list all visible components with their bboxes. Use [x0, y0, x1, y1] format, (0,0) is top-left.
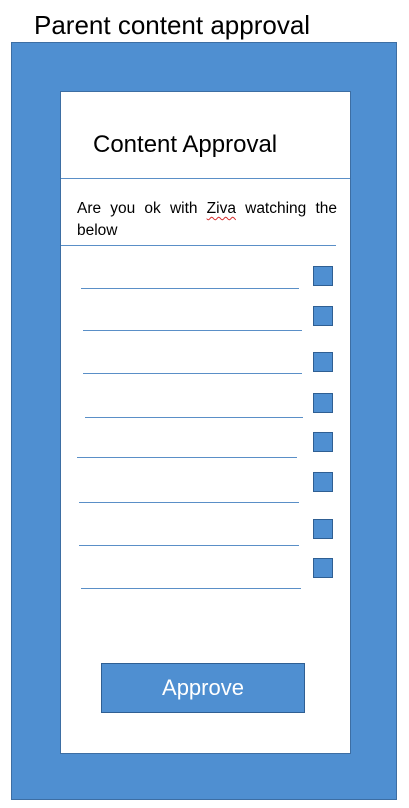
child-name: Ziva: [206, 200, 236, 217]
question-prefix: Are you ok with: [77, 200, 207, 217]
content-item: [61, 393, 350, 423]
title-divider: [61, 178, 350, 179]
content-item: [61, 519, 350, 549]
content-item-checkbox[interactable]: [313, 266, 333, 286]
content-item-line: [79, 545, 299, 546]
content-item-checkbox[interactable]: [313, 472, 333, 492]
content-item-line: [81, 288, 299, 289]
content-item-checkbox[interactable]: [313, 432, 333, 452]
content-item-line: [81, 588, 301, 589]
question-divider: [61, 245, 336, 246]
content-item-checkbox[interactable]: [313, 393, 333, 413]
content-item: [61, 432, 350, 462]
content-item-checkbox[interactable]: [313, 306, 333, 326]
content-item-line: [77, 457, 297, 458]
approval-question: Are you ok with Ziva watching the below: [77, 198, 337, 242]
page-heading: Parent content approval: [34, 10, 311, 40]
content-item-checkbox[interactable]: [313, 558, 333, 578]
content-item-line: [85, 417, 303, 418]
content-item-line: [83, 330, 302, 331]
content-item: [61, 306, 350, 336]
approve-button[interactable]: Approve: [101, 663, 305, 713]
content-item-line: [79, 502, 299, 503]
content-item: [61, 266, 350, 296]
card-title: Content Approval: [93, 131, 278, 158]
content-item-checkbox[interactable]: [313, 352, 333, 372]
content-item: [61, 352, 350, 382]
content-item: [61, 558, 350, 589]
content-item: [61, 472, 350, 503]
content-approval-card: Content Approval Are you ok with Ziva wa…: [60, 91, 351, 754]
content-item-checkbox[interactable]: [313, 519, 333, 539]
content-item-line: [83, 373, 302, 374]
